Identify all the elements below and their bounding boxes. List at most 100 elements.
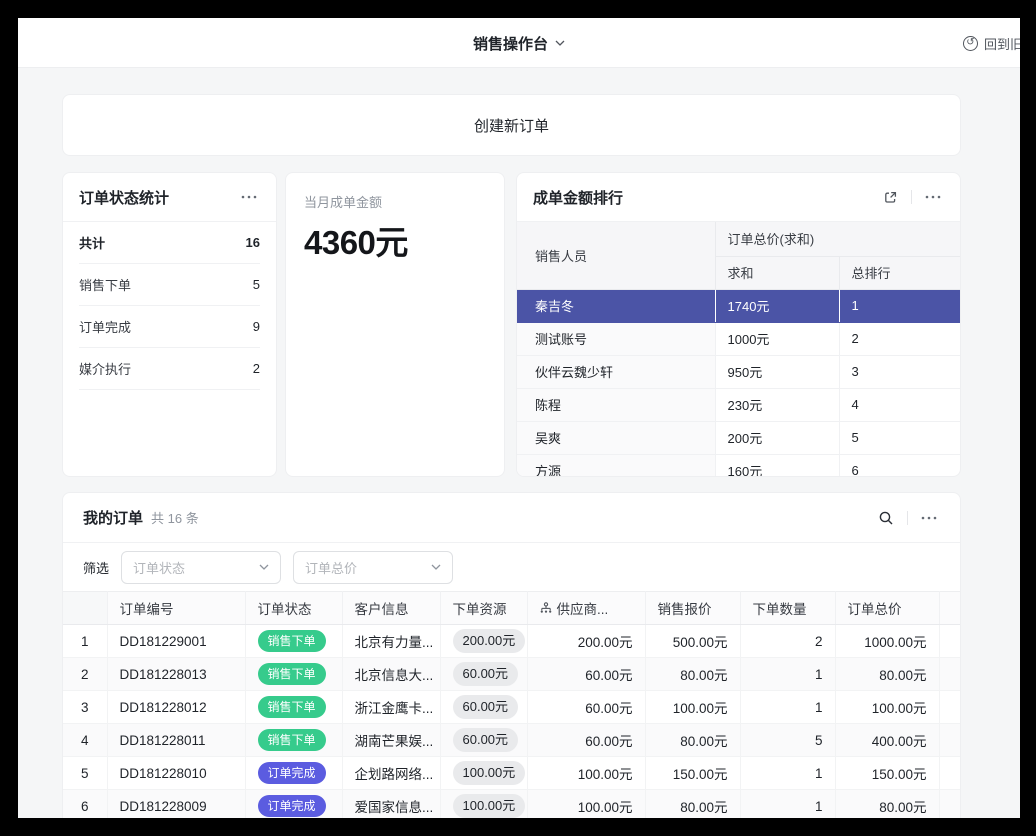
col-supplier[interactable]: 供应商... (527, 592, 645, 625)
order-row[interactable]: 4 DD181228011 销售下单 湖南芒果娱... 60.00元 60.00… (63, 724, 961, 757)
order-no-cell: DD181228010 (107, 757, 245, 790)
status-value: 2 (253, 361, 260, 376)
resource-pill: 60.00元 (453, 662, 519, 686)
order-row-number: 5 (63, 757, 107, 790)
search-icon[interactable] (875, 507, 897, 529)
ranking-table: 销售人员 订单总价(求和) 求和 总排行 秦吉冬 1740元 1 测试账号 10… (517, 222, 961, 477)
status-badge: 销售下单 (258, 696, 326, 718)
spare-cell (939, 724, 961, 757)
col-order-no[interactable]: 订单编号 (107, 592, 245, 625)
status-row[interactable]: 订单完成 9 (79, 306, 260, 348)
workspace-title-dropdown[interactable]: 销售操作台 (473, 18, 565, 68)
ranking-row[interactable]: 吴爽 200元 5 (517, 421, 961, 454)
col-resource[interactable]: 下单资源 (440, 592, 527, 625)
ranking-rank: 5 (839, 421, 961, 454)
customer-cell: 北京信息大... (342, 658, 440, 691)
status-badge: 销售下单 (258, 630, 326, 652)
ranking-person: 方源 (517, 454, 715, 477)
chevron-down-icon (555, 40, 565, 46)
status-label: 媒介执行 (79, 359, 131, 378)
order-total-filter-select[interactable]: 订单总价 (293, 551, 453, 584)
orders-table-header-row: 订单编号 订单状态 客户信息 下单资源 (63, 592, 961, 625)
order-row[interactable]: 1 DD181229001 销售下单 北京有力量... 200.00元 200.… (63, 625, 961, 658)
qty-cell: 5 (740, 724, 835, 757)
spare-cell (939, 658, 961, 691)
resource-pill: 100.00元 (453, 761, 526, 785)
export-icon[interactable] (879, 186, 901, 208)
order-no-cell: DD181228011 (107, 724, 245, 757)
order-status-cell: 销售下单 (245, 691, 342, 724)
ranking-table-body: 秦吉冬 1740元 1 测试账号 1000元 2 伙伴云魏少轩 950元 3 陈… (517, 289, 961, 477)
resource-pill: 100.00元 (453, 794, 526, 818)
status-row[interactable]: 共计 16 (79, 222, 260, 264)
ranking-col-person: 销售人员 (517, 222, 715, 289)
my-orders-card: 我的订单 共 16 条 筛选 订单状态 (62, 492, 961, 818)
status-label: 订单完成 (79, 317, 131, 336)
status-badge: 订单完成 (258, 795, 326, 817)
ranking-row[interactable]: 测试账号 1000元 2 (517, 322, 961, 355)
ranking-person: 吴爽 (517, 421, 715, 454)
supplier-cell: 100.00元 (527, 757, 645, 790)
resource-cell: 60.00元 (440, 658, 527, 691)
col-customer[interactable]: 客户信息 (342, 592, 440, 625)
order-status-cell: 销售下单 (245, 658, 342, 691)
total-cell: 400.00元 (835, 724, 939, 757)
my-orders-count: 共 16 条 (151, 508, 875, 527)
return-icon: ↺ (963, 36, 978, 51)
order-total-filter-placeholder: 订单总价 (305, 558, 357, 577)
ranking-sum: 200元 (715, 421, 839, 454)
resource-pill: 200.00元 (453, 629, 526, 653)
order-no-cell: DD181228013 (107, 658, 245, 691)
col-order-status[interactable]: 订单状态 (245, 592, 342, 625)
amount-ranking-actions (879, 186, 944, 208)
order-row[interactable]: 2 DD181228013 销售下单 北京信息大... 60.00元 60.00… (63, 658, 961, 691)
order-row[interactable]: 5 DD181228010 订单完成 企划路网络... 100.00元 100.… (63, 757, 961, 790)
status-row[interactable]: 销售下单 5 (79, 264, 260, 306)
chevron-down-icon (431, 564, 441, 570)
resource-pill: 60.00元 (453, 728, 519, 752)
order-row[interactable]: 6 DD181228009 订单完成 爱国家信息... 100.00元 100.… (63, 790, 961, 819)
amount-ranking-card: 成单金额排行 (516, 172, 961, 477)
ellipsis-icon[interactable] (918, 507, 940, 529)
quote-cell: 150.00元 (645, 757, 740, 790)
status-label: 销售下单 (79, 275, 131, 294)
spare-cell (939, 625, 961, 658)
col-supplier-label: 供应商... (557, 598, 609, 618)
ranking-col-sum: 求和 (715, 256, 839, 289)
ranking-row[interactable]: 陈程 230元 4 (517, 388, 961, 421)
back-to-old-version-link[interactable]: ↺ 回到旧版 (963, 18, 1020, 68)
ranking-col-group: 订单总价(求和) (715, 222, 961, 256)
col-spare (939, 592, 961, 625)
ranking-row[interactable]: 秦吉冬 1740元 1 (517, 289, 961, 322)
supplier-cell: 200.00元 (527, 625, 645, 658)
order-no-cell: DD181228012 (107, 691, 245, 724)
resource-cell: 100.00元 (440, 757, 527, 790)
ranking-row[interactable]: 方源 160元 6 (517, 454, 961, 477)
monthly-amount-value: 4360元 (304, 216, 486, 264)
col-quote[interactable]: 销售报价 (645, 592, 740, 625)
chevron-down-icon (259, 564, 269, 570)
amount-ranking-header: 成单金额排行 (517, 173, 960, 222)
ellipsis-icon[interactable] (922, 186, 944, 208)
ranking-person: 秦吉冬 (517, 289, 715, 322)
col-total[interactable]: 订单总价 (835, 592, 939, 625)
ranking-rank: 6 (839, 454, 961, 477)
orders-table-body: 1 DD181229001 销售下单 北京有力量... 200.00元 200.… (63, 625, 961, 819)
ranking-row[interactable]: 伙伴云魏少轩 950元 3 (517, 355, 961, 388)
supplier-cell: 60.00元 (527, 691, 645, 724)
order-status-filter-select[interactable]: 订单状态 (121, 551, 281, 584)
create-new-order-button[interactable]: 创建新订单 (62, 94, 961, 156)
order-status-stats-title: 订单状态统计 (79, 187, 169, 208)
col-qty[interactable]: 下单数量 (740, 592, 835, 625)
status-value: 5 (253, 277, 260, 292)
order-row[interactable]: 3 DD181228012 销售下单 浙江金鹰卡... 60.00元 60.00… (63, 691, 961, 724)
filter-bar: 筛选 订单状态 订单总价 (63, 543, 960, 591)
order-row-number: 4 (63, 724, 107, 757)
quote-cell: 80.00元 (645, 790, 740, 819)
resource-pill: 60.00元 (453, 695, 519, 719)
create-new-order-label: 创建新订单 (474, 115, 549, 136)
ranking-sum: 1000元 (715, 322, 839, 355)
ellipsis-icon[interactable] (238, 186, 260, 208)
status-row[interactable]: 媒介执行 2 (79, 348, 260, 390)
order-status-stats-header: 订单状态统计 (63, 173, 276, 222)
